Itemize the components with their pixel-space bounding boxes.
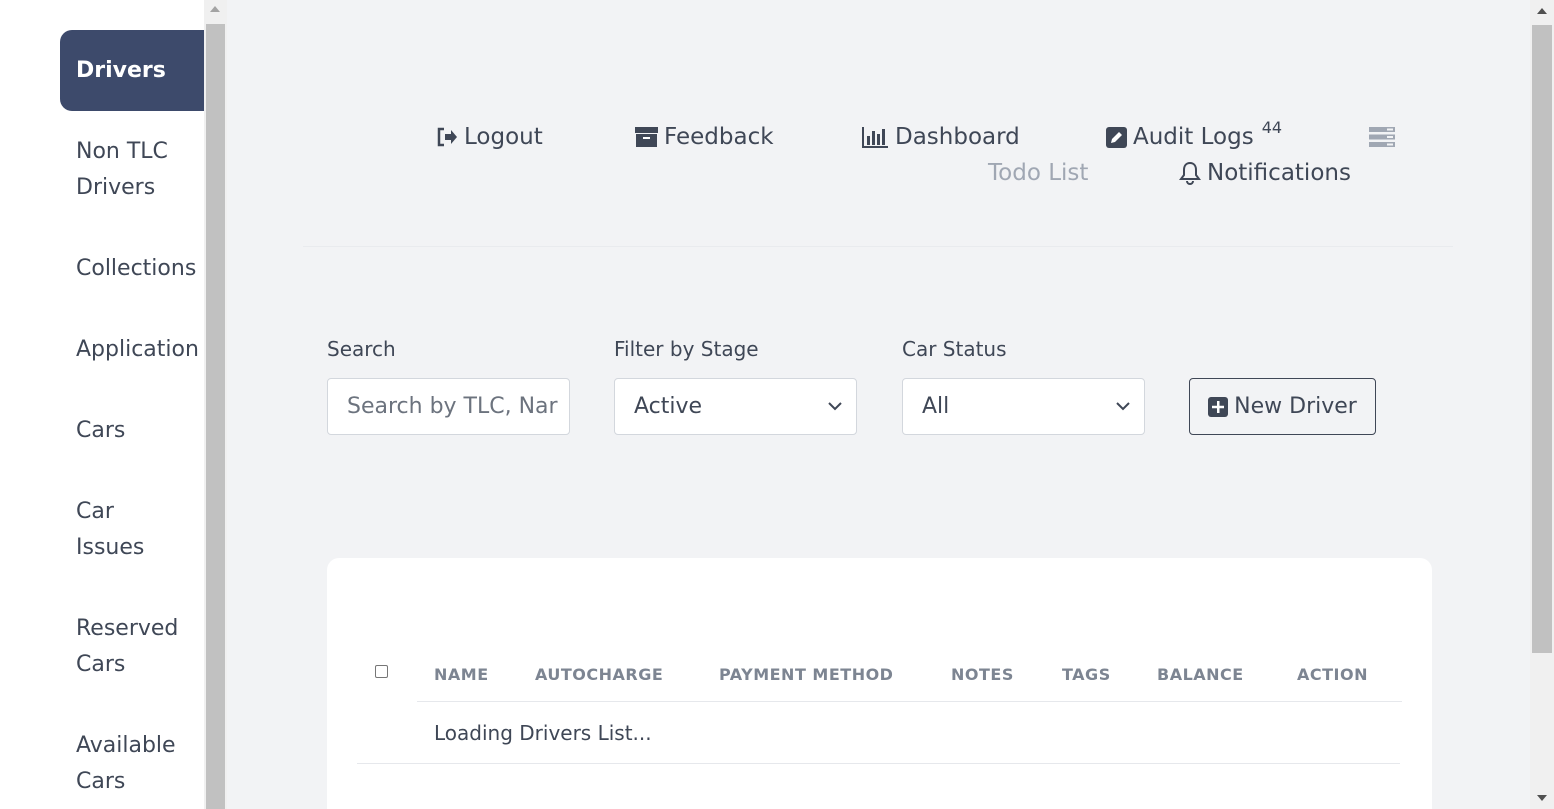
audit-logs-link[interactable]: Audit Logs 44 [1106, 118, 1282, 150]
sidebar-item-label: Issues [76, 535, 145, 560]
dashboard-link[interactable]: Dashboard [862, 124, 1020, 150]
archive-icon [635, 127, 658, 147]
scroll-down-arrow-icon[interactable] [1537, 795, 1547, 801]
sign-out-icon [437, 127, 457, 147]
edit-icon [1106, 126, 1127, 148]
search-label: Search [327, 337, 396, 361]
logout-label: Logout [464, 124, 543, 150]
todo-list-link[interactable]: Todo List [988, 160, 1088, 186]
sidebar: Drivers Non TLC Drivers Collections Appl… [0, 0, 204, 809]
scroll-up-arrow-icon[interactable] [1537, 8, 1547, 14]
bell-icon [1179, 161, 1201, 185]
scrollbar-thumb[interactable] [206, 24, 225, 809]
row-divider [357, 763, 1400, 764]
audit-logs-label: Audit Logs [1133, 124, 1254, 150]
column-header-payment-method[interactable]: PAYMENT METHOD [719, 665, 893, 684]
header-row-divider [417, 701, 1402, 702]
bar-chart-icon [862, 127, 888, 148]
chevron-down-icon [828, 402, 842, 411]
sidebar-item-non-tlc-drivers[interactable]: Non TLC Drivers [60, 134, 204, 206]
menu-toggle-button[interactable] [1369, 126, 1395, 148]
search-placeholder: Search by TLC, Nar [347, 394, 558, 419]
server-menu-icon [1369, 127, 1395, 147]
dashboard-label: Dashboard [895, 124, 1020, 150]
sidebar-item-label: Drivers [76, 175, 156, 200]
sidebar-item-label: Car [76, 499, 114, 524]
stage-filter-value: Active [634, 394, 703, 419]
sidebar-item-available-cars[interactable]: Available Cars [60, 728, 204, 800]
sidebar-item-drivers[interactable]: Drivers [60, 30, 204, 111]
car-status-label: Car Status [902, 337, 1007, 361]
column-header-name[interactable]: NAME [434, 665, 489, 684]
logout-link[interactable]: Logout [436, 124, 543, 150]
select-all-checkbox[interactable] [375, 665, 388, 678]
audit-logs-count: 44 [1261, 117, 1283, 137]
todo-list-label: Todo List [988, 160, 1089, 186]
stage-filter-select[interactable]: Active [614, 378, 857, 435]
car-status-select[interactable]: All [902, 378, 1145, 435]
column-header-balance[interactable]: BALANCE [1157, 665, 1244, 684]
sidebar-item-label: Cars [76, 769, 126, 794]
feedback-link[interactable]: Feedback [635, 124, 774, 150]
notifications-link[interactable]: Notifications [1179, 160, 1351, 186]
sidebar-item-label: Cars [76, 652, 126, 677]
stage-filter-label: Filter by Stage [614, 337, 759, 361]
column-header-autocharge[interactable]: AUTOCHARGE [535, 665, 663, 684]
header-divider [303, 246, 1453, 247]
scrollbar-thumb[interactable] [1532, 25, 1552, 653]
column-header-tags[interactable]: TAGS [1062, 665, 1111, 684]
column-header-action[interactable]: ACTION [1297, 665, 1368, 684]
sidebar-item-reserved-cars[interactable]: Reserved Cars [60, 611, 204, 683]
sidebar-item-label: Collections [76, 256, 197, 281]
search-input[interactable]: Search by TLC, Nar [327, 378, 570, 435]
plus-square-icon [1208, 396, 1229, 417]
new-driver-label: New Driver [1234, 394, 1357, 419]
feedback-label: Feedback [664, 124, 774, 150]
sidebar-item-collections[interactable]: Collections [60, 251, 204, 287]
sidebar-scrollbar[interactable] [204, 0, 227, 809]
chevron-down-icon [1116, 402, 1130, 411]
page-scrollbar[interactable] [1530, 0, 1554, 809]
sidebar-item-car-issues[interactable]: Car Issues [60, 494, 204, 566]
sidebar-item-label: Application [76, 337, 199, 362]
sidebar-item-label: Drivers [76, 57, 166, 83]
sidebar-item-label: Reserved [76, 616, 179, 641]
sidebar-item-cars[interactable]: Cars [60, 413, 204, 449]
scroll-up-arrow-icon[interactable] [210, 6, 220, 12]
new-driver-button[interactable]: New Driver [1189, 378, 1376, 435]
column-header-notes[interactable]: NOTES [951, 665, 1014, 684]
sidebar-item-label: Cars [76, 418, 126, 443]
car-status-value: All [922, 394, 950, 419]
sidebar-item-label: Available [76, 733, 176, 758]
sidebar-item-application[interactable]: Application [60, 332, 204, 368]
loading-message: Loading Drivers List... [434, 721, 652, 745]
notifications-label: Notifications [1207, 160, 1351, 186]
sidebar-item-label: Non TLC [76, 139, 168, 164]
